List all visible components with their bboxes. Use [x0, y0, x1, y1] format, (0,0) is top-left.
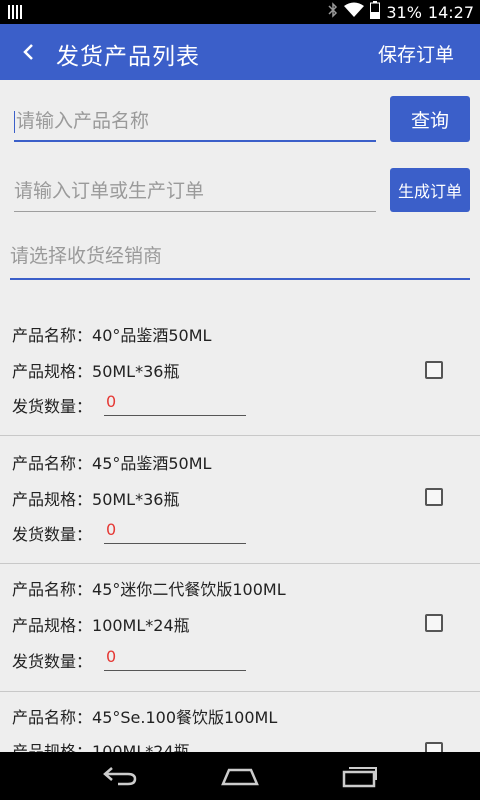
product-spec-value: 100ML*24瓶: [92, 616, 190, 635]
product-qty-label: 发货数量：: [12, 525, 93, 544]
product-spec-row: 产品规格：100ML*24瓶: [12, 612, 190, 636]
product-name-row: 产品名称：40°品鉴酒50ML: [12, 322, 211, 346]
product-name-input[interactable]: 请输入产品名称: [14, 102, 376, 142]
wifi-icon: [344, 2, 365, 22]
recent-apps-nav-icon[interactable]: [342, 764, 378, 792]
product-spec-row: 产品规格：100ML*24瓶: [12, 738, 190, 752]
product-qty-label: 发货数量：: [12, 652, 93, 671]
text-cursor: [14, 110, 15, 133]
generate-order-button[interactable]: 生成订单: [390, 168, 470, 212]
save-order-button[interactable]: 保存订单: [378, 40, 454, 67]
product-name-label: 产品名称：: [12, 580, 93, 599]
product-item: 产品名称：45°Se.100餐饮版100ML 产品规格：100ML*24瓶: [0, 692, 480, 752]
product-item: 产品名称：40°品鉴酒50ML 产品规格：50ML*36瓶 发货数量： 0: [0, 308, 480, 436]
home-nav-icon[interactable]: [221, 764, 259, 792]
back-arrow-icon: [23, 44, 33, 60]
product-name-value: 45°迷你二代餐饮版100ML: [92, 580, 286, 599]
product-qty-label: 发货数量：: [12, 397, 93, 416]
product-spec-label: 产品规格：: [12, 490, 93, 509]
quantity-input[interactable]: 0: [104, 392, 246, 416]
order-number-placeholder: 请输入订单或生产订单: [14, 180, 205, 202]
product-name-row: 产品名称：45°迷你二代餐饮版100ML: [12, 576, 286, 600]
product-spec-row: 产品规格：50ML*36瓶: [12, 358, 179, 382]
quantity-input[interactable]: 0: [104, 520, 246, 544]
product-spec-value: 50ML*36瓶: [92, 490, 180, 509]
app-bar: 发货产品列表 保存订单: [0, 24, 480, 80]
product-name-placeholder: 请输入产品名称: [16, 110, 150, 132]
product-checkbox[interactable]: [425, 488, 443, 506]
product-spec-row: 产品规格：50ML*36瓶: [12, 486, 179, 510]
product-item: 产品名称：45°迷你二代餐饮版100ML 产品规格：100ML*24瓶 发货数量…: [0, 564, 480, 692]
quantity-input[interactable]: 0: [104, 647, 246, 671]
search-button[interactable]: 查询: [390, 96, 470, 142]
notification-icon: [8, 4, 22, 23]
clock: 14:27: [427, 2, 474, 22]
back-button[interactable]: [18, 38, 42, 66]
bluetooth-icon: [328, 2, 338, 22]
product-spec-label: 产品规格：: [12, 616, 93, 635]
product-spec-label: 产品规格：: [12, 742, 93, 752]
product-spec-label: 产品规格：: [12, 362, 93, 381]
product-spec-value: 100ML*24瓶: [92, 742, 190, 752]
product-spec-value: 50ML*36瓶: [92, 362, 180, 381]
product-name-label: 产品名称：: [12, 454, 93, 473]
product-checkbox[interactable]: [425, 361, 443, 379]
dealer-placeholder: 请选择收货经销商: [10, 245, 163, 267]
back-nav-icon[interactable]: [102, 764, 138, 792]
navigation-bar: [0, 752, 480, 800]
content-area: 请输入产品名称 查询 请输入订单或生产订单 生成订单 请选择收货经销商 产品名称…: [0, 80, 480, 752]
product-name-row: 产品名称：45°Se.100餐饮版100ML: [12, 704, 277, 728]
product-name-row: 产品名称：45°品鉴酒50ML: [12, 450, 211, 474]
product-name-value: 45°Se.100餐饮版100ML: [92, 708, 278, 727]
page-title: 发货产品列表: [56, 44, 200, 70]
product-checkbox[interactable]: [425, 614, 443, 632]
product-name-label: 产品名称：: [12, 326, 93, 345]
battery-icon: [370, 1, 381, 23]
product-checkbox[interactable]: [425, 742, 443, 752]
dealer-select[interactable]: 请选择收货经销商: [10, 236, 470, 280]
product-item: 产品名称：45°品鉴酒50ML 产品规格：50ML*36瓶 发货数量： 0: [0, 436, 480, 564]
order-number-input[interactable]: 请输入订单或生产订单: [14, 172, 376, 212]
status-bar: 31% 14:27: [0, 0, 480, 24]
product-name-label: 产品名称：: [12, 708, 93, 727]
battery-percent: 31%: [386, 2, 422, 22]
product-name-value: 40°品鉴酒50ML: [92, 326, 212, 345]
product-name-value: 45°品鉴酒50ML: [92, 454, 212, 473]
